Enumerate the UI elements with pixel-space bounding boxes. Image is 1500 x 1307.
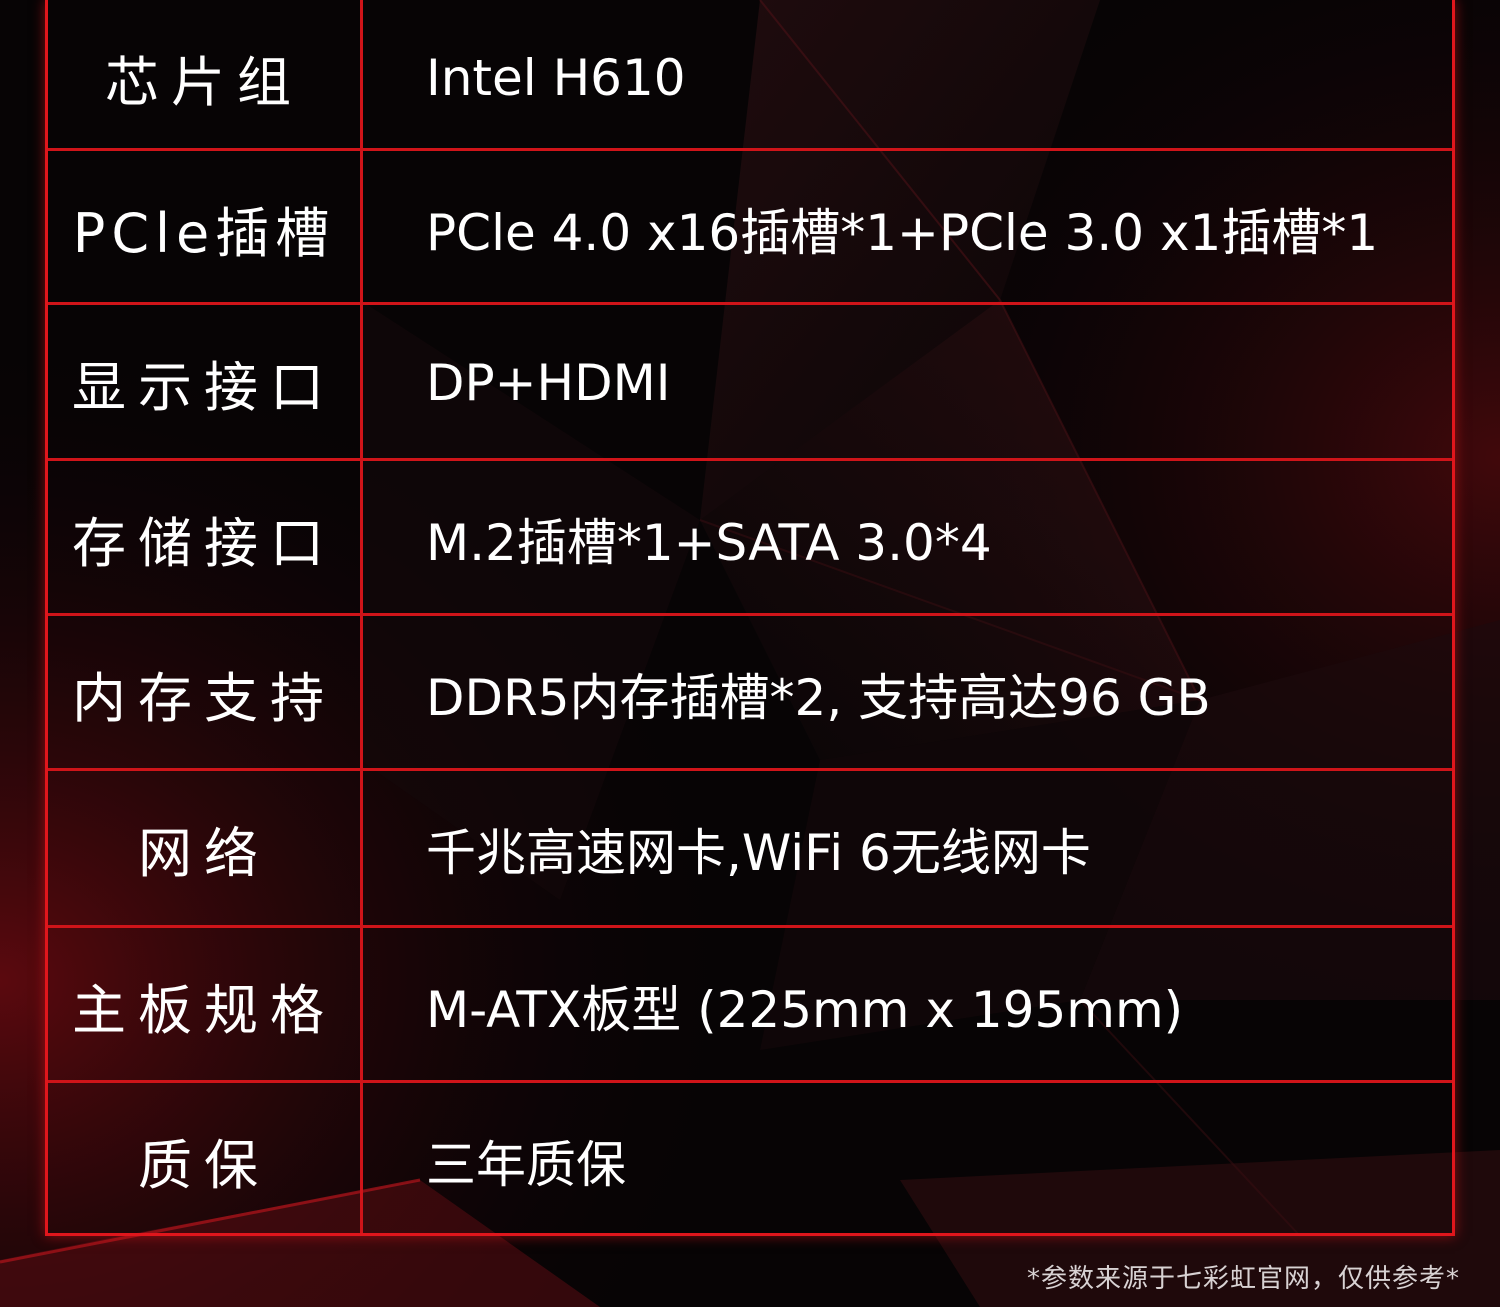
- spec-label: 质保: [138, 1134, 270, 1197]
- spec-row-storage: 存储接口 M.2插槽*1+SATA 3.0*4: [48, 461, 1452, 616]
- spec-row-pcie: PCle插槽 PCle 4.0 x16插槽*1+PCle 3.0 x1插槽*1: [48, 151, 1452, 306]
- spec-value: PCle 4.0 x16插槽*1+PCle 3.0 x1插槽*1: [426, 203, 1379, 262]
- spec-row-network: 网络 千兆高速网卡,WiFi 6无线网卡: [48, 771, 1452, 926]
- spec-label: 存储接口: [72, 512, 336, 575]
- spec-value: Intel H610: [426, 48, 686, 107]
- spec-value: M-ATX板型 (225mm x 195mm): [426, 980, 1184, 1039]
- spec-value: 三年质保: [426, 1135, 626, 1194]
- spec-table: 芯片组 Intel H610 PCle插槽 PCle 4.0 x16插槽*1+P…: [45, 0, 1455, 1236]
- spec-row-form-factor: 主板规格 M-ATX板型 (225mm x 195mm): [48, 928, 1452, 1083]
- spec-label: 显示接口: [72, 356, 336, 419]
- spec-label: PCle插槽: [72, 202, 336, 265]
- spec-value: DP+HDMI: [426, 353, 671, 412]
- spec-label: 内存支持: [72, 667, 336, 730]
- spec-label: 芯片组: [105, 51, 303, 114]
- spec-label: 主板规格: [72, 979, 336, 1042]
- source-footnote: *参数来源于七彩虹官网，仅供参考*: [1026, 1264, 1460, 1294]
- spec-value: 千兆高速网卡,WiFi 6无线网卡: [426, 823, 1091, 882]
- spec-row-chipset: 芯片组 Intel H610: [48, 0, 1452, 155]
- spec-value: DDR5内存插槽*2, 支持高达96 GB: [426, 668, 1211, 727]
- spec-row-display: 显示接口 DP+HDMI: [48, 305, 1452, 460]
- spec-label: 网络: [138, 822, 270, 885]
- spec-value: M.2插槽*1+SATA 3.0*4: [426, 513, 992, 572]
- spec-row-warranty: 质保 三年质保: [48, 1083, 1452, 1238]
- spec-row-memory: 内存支持 DDR5内存插槽*2, 支持高达96 GB: [48, 616, 1452, 771]
